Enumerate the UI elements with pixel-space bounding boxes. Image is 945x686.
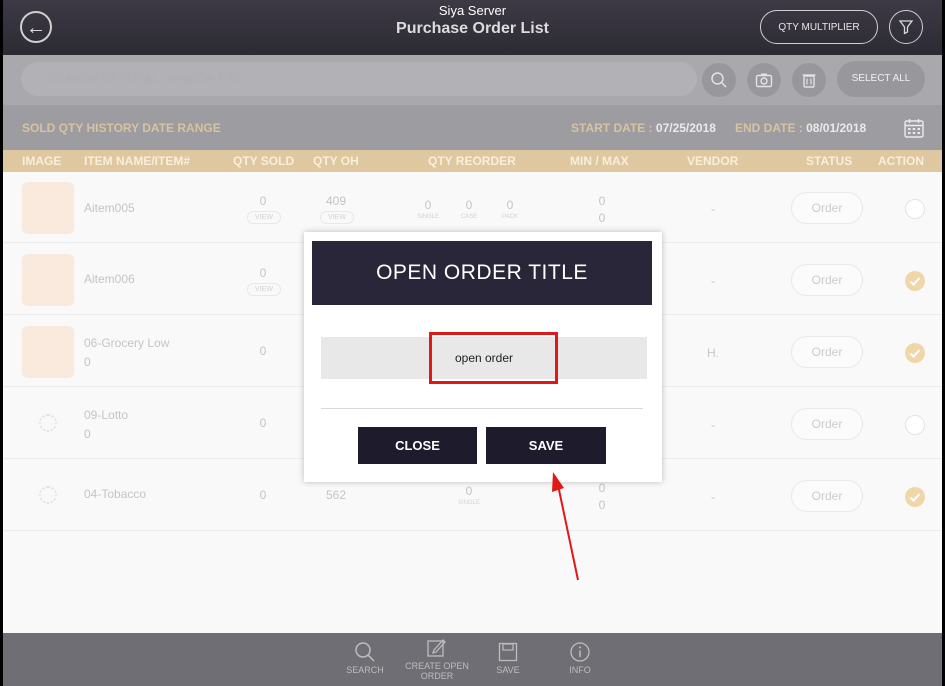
filter-icon [898, 20, 914, 35]
info-icon [570, 642, 590, 662]
nav-info[interactable]: INFO [545, 633, 615, 675]
nav-create-open-order[interactable]: CREATE OPEN ORDER [402, 633, 472, 681]
nav-create-open-order-label: CREATE OPEN ORDER [405, 661, 469, 681]
nav-save-label: SAVE [496, 665, 520, 675]
qty-multiplier-button[interactable]: QTY MULTIPLIER [760, 10, 878, 44]
header: ← Siya Server Purchase Order List QTY MU… [3, 0, 942, 55]
filter-button[interactable] [889, 10, 923, 44]
open-order-dialog: OPEN ORDER TITLE CLOSE SAVE [304, 232, 662, 482]
save-button[interactable]: SAVE [486, 427, 606, 464]
app-window: ← Siya Server Purchase Order List QTY MU… [3, 0, 942, 686]
nav-save[interactable]: SAVE [473, 633, 543, 675]
close-button[interactable]: CLOSE [358, 427, 477, 464]
nav-search[interactable]: SEARCH [330, 633, 400, 675]
nav-search-label: SEARCH [346, 665, 384, 675]
bottom-nav: SEARCH CREATE OPEN ORDER SAVE INFO [3, 633, 942, 686]
dialog-title: OPEN ORDER TITLE [312, 241, 652, 305]
save-icon [498, 642, 518, 662]
edit-icon [427, 639, 446, 657]
highlight-box [429, 332, 558, 384]
nav-info-label: INFO [569, 665, 591, 675]
search-icon [355, 642, 375, 662]
divider [321, 408, 643, 409]
